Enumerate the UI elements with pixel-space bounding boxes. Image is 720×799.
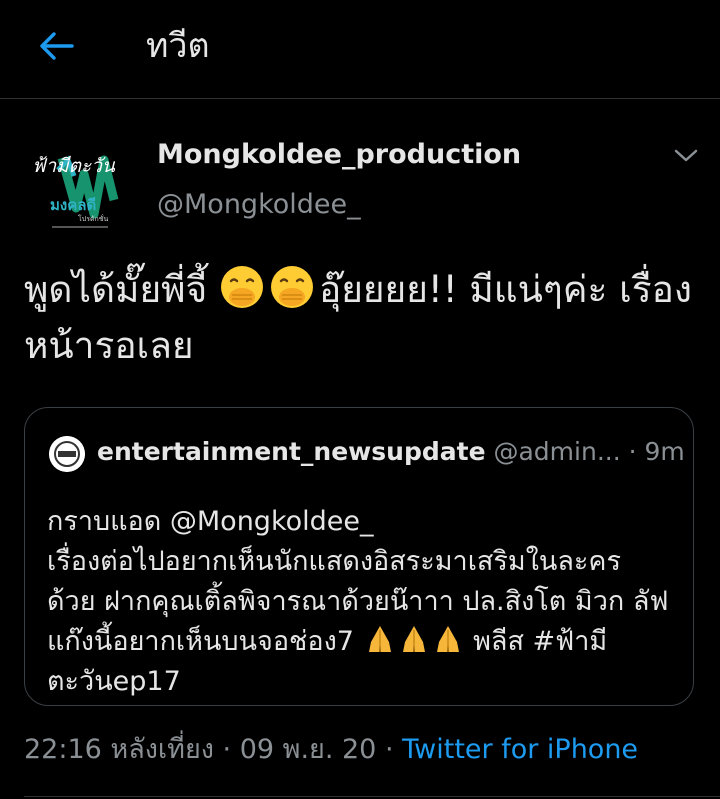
face-with-hand-over-mouth-icon bbox=[270, 266, 313, 308]
quote-author-avatar[interactable] bbox=[49, 436, 85, 472]
quoted-tweet-card[interactable]: entertainment_newsupdate @admin... · 9m … bbox=[24, 407, 694, 706]
quote-timestamp: 9m bbox=[644, 437, 685, 466]
svg-text:โปรดักชั่น: โปรดักชั่น bbox=[78, 214, 108, 223]
meta-separator: · bbox=[213, 734, 240, 765]
news-logo-icon bbox=[49, 436, 85, 472]
quote-author-name[interactable]: entertainment_newsupdate bbox=[97, 437, 486, 466]
quote-separator: · bbox=[620, 437, 645, 466]
top-bar: ทวีต bbox=[0, 0, 720, 99]
svg-text:มงคลดี: มงคลดี bbox=[50, 196, 96, 214]
tweet-detail-screen: ทวีต ฟ้ามีตะวัน มงคลดี โปรดักชั่น Mongko… bbox=[0, 0, 720, 799]
folded-hands-icon bbox=[436, 626, 459, 652]
tweet-text: พูดได้มั๊ยพี่จี้ อุ๊ยยยย!! มีแน่ๆค่ะ เรื… bbox=[24, 262, 704, 374]
tweet-time: 22:16 หลังเที่ยง bbox=[24, 734, 214, 765]
tweet-source-link[interactable]: Twitter for iPhone bbox=[402, 734, 638, 765]
svg-text:ฟ้ามีตะวัน: ฟ้ามีตะวัน bbox=[32, 155, 116, 177]
face-with-hand-over-mouth-icon bbox=[220, 266, 263, 308]
quote-header: entertainment_newsupdate @admin... · 9m bbox=[97, 434, 685, 474]
author-name[interactable]: Mongkoldee_production bbox=[157, 138, 521, 172]
mongkoldee-logo: ฟ้ามีตะวัน มงคลดี โปรดักชั่น bbox=[24, 130, 132, 238]
folded-hands-icon bbox=[368, 626, 391, 652]
chevron-down-icon bbox=[674, 149, 698, 162]
quote-text: กราบแอด @Mongkoldee_ เรื่องต่อไปอยากเห็น… bbox=[47, 502, 677, 702]
folded-hands-icon bbox=[402, 626, 425, 652]
tweet-meta: 22:16 หลังเที่ยง · 09 พ.ย. 20 · Twitter … bbox=[24, 730, 638, 770]
author-avatar[interactable]: ฟ้ามีตะวัน มงคลดี โปรดักชั่น bbox=[24, 130, 132, 238]
author-handle[interactable]: @Mongkoldee_ bbox=[157, 188, 361, 222]
divider bbox=[24, 796, 720, 797]
page-title: ทวีต bbox=[146, 26, 210, 66]
tweet-date: 09 พ.ย. 20 bbox=[239, 734, 377, 765]
meta-separator: · bbox=[376, 734, 403, 765]
more-options-button[interactable] bbox=[668, 142, 704, 170]
back-button[interactable] bbox=[30, 24, 82, 68]
quote-author-handle[interactable]: @admin... bbox=[493, 437, 620, 466]
tweet-text-part1: พูดได้มั๊ยพี่จี้ bbox=[24, 268, 219, 311]
arrow-left-icon bbox=[40, 32, 74, 60]
